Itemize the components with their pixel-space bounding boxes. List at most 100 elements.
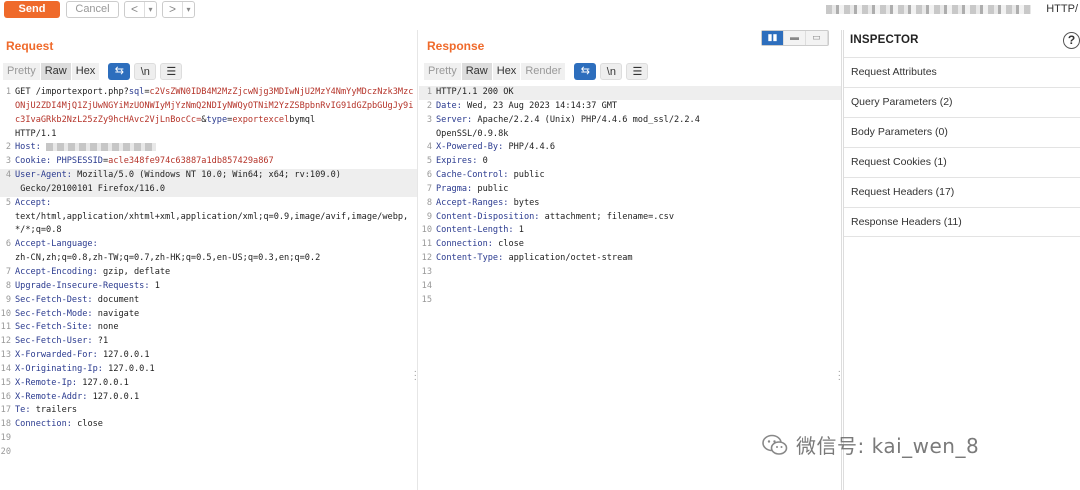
line-content: Cache-Control: public: [436, 169, 841, 183]
response-editor[interactable]: 1 HTTP/1.1 200 OK 2 Date: Wed, 23 Aug 2023 …: [419, 86, 841, 308]
code-line[interactable]: 20: [0, 446, 417, 460]
code-line[interactable]: 10 Sec-Fetch-Mode: navigate: [0, 308, 417, 322]
line-content: Content-Length: 1: [436, 224, 841, 238]
code-line[interactable]: 11 Connection: close: [419, 238, 841, 252]
line-number: 6: [426, 170, 432, 181]
code-line[interactable]: 3 Cookie: PHPSESSID=acle348fe974c63887a1d…: [0, 155, 417, 169]
tab-raw[interactable]: Raw: [461, 63, 493, 80]
line-content: Accept-Language: zh-CN,zh;q=0.8,zh-TW;q=…: [15, 238, 417, 266]
token: zh-CN,zh;q=0.8,zh-TW;q=0.7,zh-HK;q=0.5,e…: [15, 253, 321, 264]
tab-pretty[interactable]: Pretty: [3, 63, 41, 80]
single-view-icon[interactable]: ▭: [806, 31, 828, 45]
inspector-item-query-parameters[interactable]: Query Parameters (2): [844, 87, 1080, 117]
code-line[interactable]: 5 Expires: 0: [419, 155, 841, 169]
header-name: Accept-Encoding:: [15, 266, 103, 277]
hamburger-menu-icon[interactable]: ☰: [626, 63, 649, 80]
redacted-target: [826, 5, 1031, 14]
line-content: [436, 266, 841, 280]
code-line[interactable]: 4 X-Powered-By: PHP/4.4.6: [419, 141, 841, 155]
header-name: Accept:: [15, 197, 52, 208]
code-line[interactable]: 2 Date: Wed, 23 Aug 2023 14:14:37 GMT: [419, 100, 841, 114]
code-line[interactable]: 7 Accept-Encoding: gzip, deflate: [0, 266, 417, 280]
header-name: Upgrade-Insecure-Requests:: [15, 280, 155, 291]
header-name: type: [206, 114, 228, 125]
horizontal-view-icon[interactable]: ▬: [784, 31, 806, 45]
code-line[interactable]: 11 Sec-Fetch-Site: none: [0, 321, 417, 335]
send-button[interactable]: Send: [4, 1, 60, 18]
code-line[interactable]: 8 Upgrade-Insecure-Requests: 1: [0, 280, 417, 294]
code-line[interactable]: 16 X-Remote-Addr: 127.0.0.1: [0, 391, 417, 405]
code-line[interactable]: 12 Sec-Fetch-User: ?1: [0, 335, 417, 349]
code-line[interactable]: 4 User-Agent: Mozilla/5.0 (Windows NT 10.…: [0, 169, 417, 197]
code-line[interactable]: 19: [0, 432, 417, 446]
inspector-item-request-headers[interactable]: Request Headers (17): [844, 177, 1080, 207]
http-version-label[interactable]: HTTP/: [1046, 3, 1078, 15]
inspector-item-request-attributes[interactable]: Request Attributes: [844, 57, 1080, 87]
wrap-lines-icon[interactable]: ⇆: [574, 63, 597, 80]
tab-hex[interactable]: Hex: [492, 63, 522, 80]
hamburger-menu-icon[interactable]: ☰: [160, 63, 183, 80]
line-number: 8: [426, 197, 432, 208]
code-line[interactable]: 14: [419, 280, 841, 294]
newline-toggle-button[interactable]: \n: [600, 63, 623, 80]
line-content: Host:: [15, 141, 417, 155]
wrap-lines-icon[interactable]: ⇆: [108, 63, 131, 80]
code-line[interactable]: 3 Server: Apache/2.2.4 (Unix) PHP/4.4.6 m…: [419, 114, 841, 142]
header-name: X-Remote-Addr:: [15, 391, 93, 402]
code-line[interactable]: 17 Te: trailers: [0, 404, 417, 418]
code-line[interactable]: 6 Cache-Control: public: [419, 169, 841, 183]
inspector-item-body-parameters[interactable]: Body Parameters (0): [844, 117, 1080, 147]
line-number: 14: [0, 363, 11, 374]
code-line[interactable]: 18 Connection: close: [0, 418, 417, 432]
line-number: 11: [421, 239, 432, 250]
split-view-icon[interactable]: ▮▮: [762, 31, 784, 45]
dropdown-arrow-icon[interactable]: ▾: [145, 2, 156, 17]
tab-render[interactable]: Render: [521, 63, 567, 80]
line-content: HTTP/1.1 200 OK: [436, 86, 841, 100]
code-line[interactable]: 15: [419, 294, 841, 308]
help-icon[interactable]: ?: [1063, 32, 1080, 49]
code-line[interactable]: 7 Pragma: public: [419, 183, 841, 197]
line-number: 3: [5, 156, 11, 167]
line-content: Sec-Fetch-Mode: navigate: [15, 308, 417, 322]
line-content: User-Agent: Mozilla/5.0 (Windows NT 10.0…: [15, 169, 417, 197]
watermark-text: 微信号: kai_wen_8: [796, 434, 980, 458]
newline-toggle-button[interactable]: \n: [134, 63, 157, 80]
cancel-button[interactable]: Cancel: [66, 1, 119, 18]
code-line[interactable]: 8 Accept-Ranges: bytes: [419, 197, 841, 211]
tab-raw[interactable]: Raw: [40, 63, 72, 80]
header-name: Cache-Control:: [436, 170, 514, 181]
line-number: 7: [426, 183, 432, 194]
code-line[interactable]: 2 Host:: [0, 141, 417, 155]
code-line[interactable]: 1 HTTP/1.1 200 OK: [419, 86, 841, 100]
inspector-item-response-headers[interactable]: Response Headers (11): [844, 207, 1080, 237]
header-name: Connection:: [436, 239, 499, 250]
tab-pretty[interactable]: Pretty: [424, 63, 462, 80]
code-line[interactable]: 9 Sec-Fetch-Dest: document: [0, 294, 417, 308]
code-line[interactable]: 12 Content-Type: application/octet-stream: [419, 252, 841, 266]
tab-hex[interactable]: Hex: [71, 63, 101, 80]
line-number: 17: [0, 405, 11, 416]
back-nav-button[interactable]: < ▾: [124, 1, 157, 18]
header-name: Date:: [436, 100, 468, 111]
header-name: X-Powered-By:: [436, 142, 509, 153]
inspector-title: INSPECTOR: [850, 34, 919, 46]
pane-resize-handle[interactable]: · · ·: [414, 367, 417, 385]
code-line[interactable]: 15 X-Remote-Ip: 127.0.0.1: [0, 377, 417, 391]
code-line[interactable]: 13: [419, 266, 841, 280]
pane-resize-handle[interactable]: · · ·: [838, 367, 841, 385]
code-line[interactable]: 1 GET /importexport.php?sql=c2VsZWN0IDB4M…: [0, 86, 417, 141]
code-line[interactable]: 5 Accept: text/html,application/xhtml+xml…: [0, 197, 417, 239]
inspector-item-request-cookies[interactable]: Request Cookies (1): [844, 147, 1080, 177]
code-line[interactable]: 13 X-Forwarded-For: 127.0.0.1: [0, 349, 417, 363]
code-line[interactable]: 6 Accept-Language: zh-CN,zh;q=0.8,zh-TW;q…: [0, 238, 417, 266]
line-number: 5: [426, 156, 432, 167]
code-line[interactable]: 9 Content-Disposition: attachment; filena…: [419, 211, 841, 225]
dropdown-arrow-icon[interactable]: ▾: [183, 2, 194, 17]
request-editor[interactable]: 1 GET /importexport.php?sql=c2VsZWN0IDB4M…: [0, 86, 417, 460]
line-number: 7: [5, 266, 11, 277]
code-line[interactable]: 14 X-Originating-Ip: 127.0.0.1: [0, 363, 417, 377]
forward-nav-button[interactable]: > ▾: [162, 1, 195, 18]
token: public: [477, 183, 509, 194]
code-line[interactable]: 10 Content-Length: 1: [419, 224, 841, 238]
